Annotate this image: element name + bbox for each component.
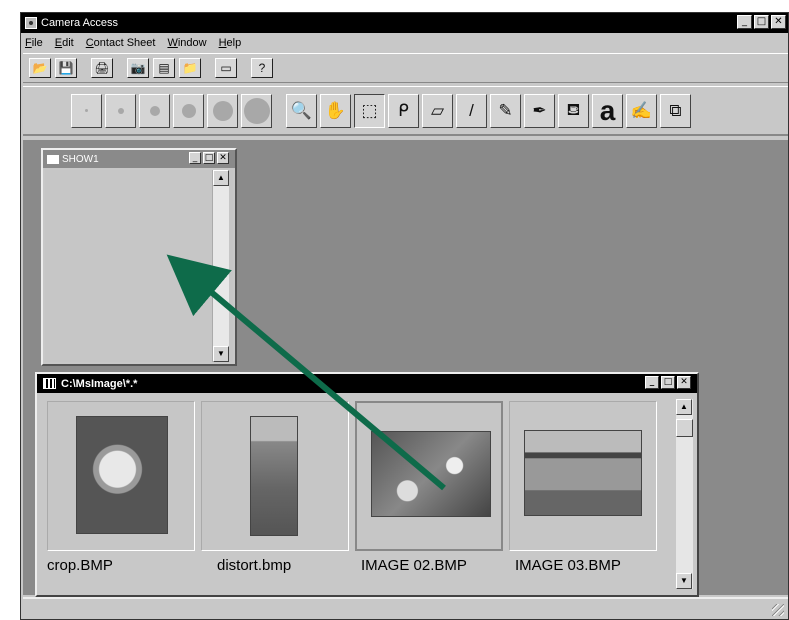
text-icon[interactable]: a <box>592 93 623 128</box>
scroll-up-arrow-icon[interactable]: ▲ <box>676 399 692 415</box>
brush-size-1[interactable] <box>71 93 102 128</box>
app-window: Camera Access _ □ ✕ File Edit Contact Sh… <box>20 12 789 620</box>
scroll-down-arrow-icon[interactable]: ▼ <box>676 573 692 589</box>
menu-window[interactable]: Window <box>167 37 206 49</box>
tool-palette: 🔍 ✋ ⬚ ᑭ ▱ / ✎ ✒ ⛾ a ✍ ⧉ <box>286 93 691 128</box>
window-title: Camera Access <box>41 17 119 29</box>
grid-icon <box>43 378 56 389</box>
menu-edit[interactable]: Edit <box>55 37 74 49</box>
brush-icon[interactable]: / <box>456 93 487 128</box>
open-folder-icon[interactable]: 📂 <box>29 58 51 78</box>
brush-size-palette <box>71 93 272 128</box>
show-window[interactable]: SHOW1 _ □ ✕ ▲ ▼ <box>41 148 237 366</box>
brush-size-6[interactable] <box>241 93 272 128</box>
scroll-down-arrow-icon[interactable]: ▼ <box>213 346 229 362</box>
thumbnail-caption: IMAGE 02.BMP <box>361 557 467 574</box>
menu-bar: File Edit Contact Sheet Window Help <box>21 34 788 52</box>
show-scrollbar[interactable]: ▲ ▼ <box>212 170 229 362</box>
thumbnail-distort[interactable] <box>201 401 349 551</box>
thumbnail-caption: IMAGE 03.BMP <box>515 557 621 574</box>
garden-photo <box>371 431 491 517</box>
show-window-drop-area[interactable]: ▲ ▼ <box>45 170 233 362</box>
paint-bucket-icon[interactable]: ⛾ <box>558 93 589 128</box>
eyedropper-icon[interactable]: ✒ <box>524 93 555 128</box>
print-icon[interactable]: 🖨 <box>91 58 113 78</box>
slideshow-icon[interactable]: ▭ <box>215 58 237 78</box>
tools-toolbar: 🔍 ✋ ⬚ ᑭ ▱ / ✎ ✒ ⛾ a ✍ ⧉ <box>23 86 788 136</box>
cs-close-button[interactable]: ✕ <box>677 376 691 389</box>
minimize-button[interactable]: _ <box>737 15 752 29</box>
thumbnail-crop[interactable] <box>47 401 195 551</box>
camera-app-icon <box>25 17 37 29</box>
hand-icon[interactable]: ✋ <box>320 93 351 128</box>
thumbnail-image-03[interactable] <box>509 401 657 551</box>
rect-select-icon[interactable]: ⬚ <box>354 93 385 128</box>
contact-sheet-title: C:\MsImage\*.* <box>61 377 138 390</box>
thumbnail-image-02[interactable] <box>355 401 503 551</box>
show-minimize-button[interactable]: _ <box>189 152 201 164</box>
resize-grip-icon[interactable] <box>772 604 784 616</box>
cs-maximize-button[interactable]: □ <box>661 376 675 389</box>
show-close-button[interactable]: ✕ <box>217 152 229 164</box>
title-bar: Camera Access _ □ ✕ <box>21 13 788 33</box>
menu-help[interactable]: Help <box>219 37 242 49</box>
show-maximize-button[interactable]: □ <box>203 152 215 164</box>
camera-icon[interactable]: 📷 <box>127 58 149 78</box>
clone-icon[interactable]: ⧉ <box>660 93 691 128</box>
temple-gate-photo <box>524 430 642 516</box>
cs-minimize-button[interactable]: _ <box>645 376 659 389</box>
thumbnail-grid: crop.BMP distort.bmp IMAGE 02.BMP IMAGE … <box>43 401 671 589</box>
stamp-icon[interactable]: ✍ <box>626 93 657 128</box>
contact-sheet-icon[interactable]: ▤ <box>153 58 175 78</box>
magnifier-icon[interactable]: 🔍 <box>286 93 317 128</box>
eraser-icon[interactable]: ▱ <box>422 93 453 128</box>
close-button[interactable]: ✕ <box>771 15 786 29</box>
scroll-thumb[interactable] <box>676 419 693 437</box>
thumbnail-caption: distort.bmp <box>217 557 292 574</box>
brush-size-2[interactable] <box>105 93 136 128</box>
folder-image-icon[interactable]: 📁 <box>179 58 201 78</box>
contact-sheet-titlebar[interactable]: C:\MsImage\*.* _ □ ✕ <box>37 374 697 393</box>
flower-photo <box>76 416 168 534</box>
mdi-workspace: SHOW1 _ □ ✕ ▲ ▼ C:\MsImage\*.* _ □ ✕ cro… <box>23 140 788 597</box>
pencil-icon[interactable]: ✎ <box>490 93 521 128</box>
status-bar <box>23 597 788 619</box>
menu-contact-sheet[interactable]: Contact Sheet <box>86 37 156 49</box>
save-icon[interactable]: 💾 <box>55 58 77 78</box>
show-window-titlebar[interactable]: SHOW1 _ □ ✕ <box>43 150 235 168</box>
menu-file[interactable]: File <box>25 37 43 49</box>
maximize-button[interactable]: □ <box>754 15 769 29</box>
contact-sheet-scrollbar[interactable]: ▲ ▼ <box>676 399 693 589</box>
brush-size-4[interactable] <box>173 93 204 128</box>
lasso-icon[interactable]: ᑭ <box>388 93 419 128</box>
brush-size-3[interactable] <box>139 93 170 128</box>
contact-sheet-window[interactable]: C:\MsImage\*.* _ □ ✕ crop.BMP distort.bm… <box>35 372 699 597</box>
brush-size-5[interactable] <box>207 93 238 128</box>
main-toolbar: 📂 💾 🖨 📷 ▤ 📁 ▭ ? <box>23 53 788 83</box>
tall-grass-photo <box>250 416 298 536</box>
thumbnail-caption: crop.BMP <box>47 557 113 574</box>
slideshow-window-icon <box>47 154 59 164</box>
scroll-up-arrow-icon[interactable]: ▲ <box>213 170 229 186</box>
show-window-title: SHOW1 <box>62 153 99 165</box>
help-icon[interactable]: ? <box>251 58 273 78</box>
